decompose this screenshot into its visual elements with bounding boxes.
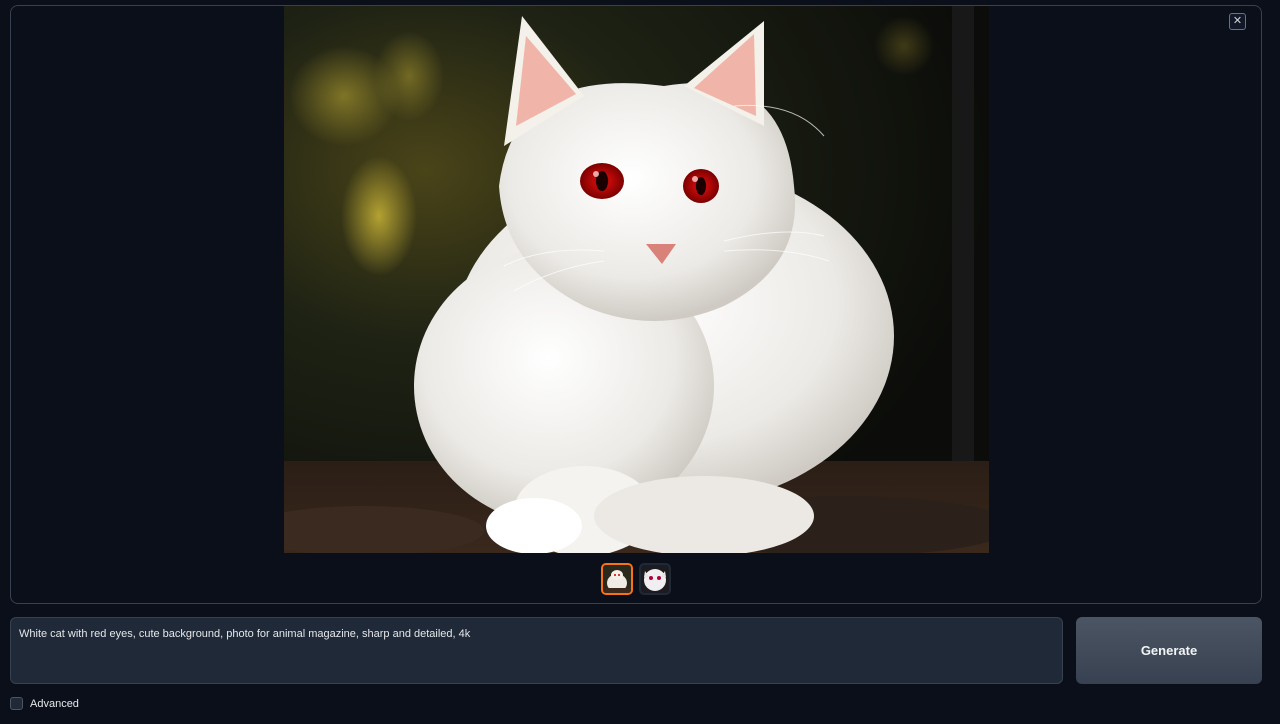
advanced-toggle[interactable]: Advanced [10, 697, 79, 710]
generated-image [284, 6, 989, 553]
thumbnail-strip [601, 563, 671, 595]
image-gallery: ✕ [10, 5, 1262, 604]
thumbnail-1[interactable] [601, 563, 633, 595]
thumbnail-2[interactable] [639, 563, 671, 595]
generate-button[interactable]: Generate [1076, 617, 1262, 684]
prompt-field[interactable]: White cat with red eyes, cute background… [10, 617, 1063, 684]
close-icon[interactable]: ✕ [1229, 13, 1246, 30]
advanced-checkbox[interactable] [10, 697, 23, 710]
prompt-input[interactable]: White cat with red eyes, cute background… [19, 627, 1054, 674]
advanced-label: Advanced [30, 697, 79, 710]
